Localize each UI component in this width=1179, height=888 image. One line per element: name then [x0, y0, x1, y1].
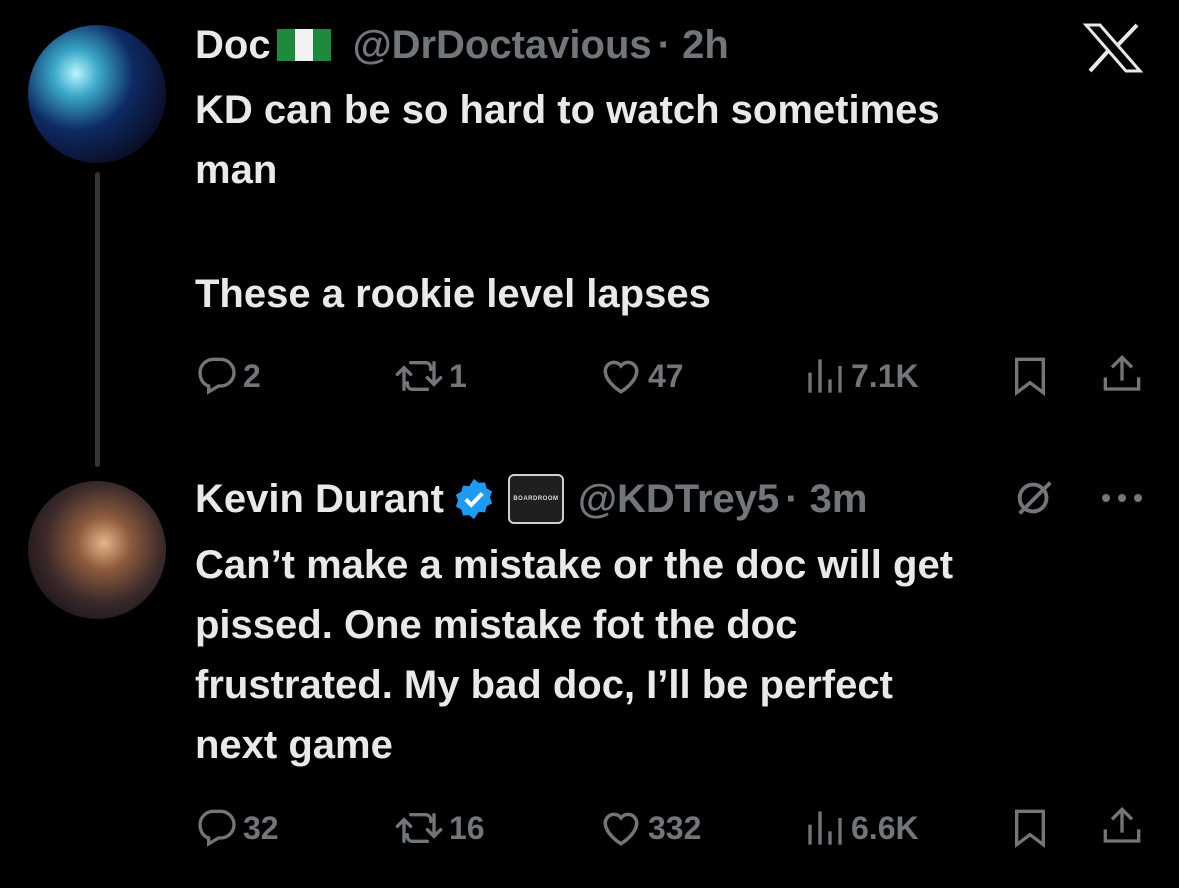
tweet-body-2: Can’t make a mistake or the doc will get…	[195, 535, 1165, 775]
retweet-button[interactable]: 16	[395, 808, 485, 848]
more-icon[interactable]	[1098, 488, 1148, 513]
tweet-line: pissed. One mistake fot the doc	[195, 603, 798, 647]
views-icon	[808, 359, 842, 393]
reply-icon	[198, 357, 236, 395]
author-handle[interactable]: @KDTrey5	[578, 477, 779, 522]
bookmark-button[interactable]	[1013, 356, 1047, 396]
tweet-time[interactable]: · 3m	[785, 477, 867, 522]
views-count: 7.1K	[851, 357, 919, 394]
views-button[interactable]: 7.1K	[805, 356, 919, 396]
retweet-icon	[395, 361, 443, 391]
retweet-icon	[395, 813, 443, 843]
heart-icon	[603, 360, 639, 394]
tweet-line: KD can be so hard to watch sometimes	[195, 88, 940, 132]
thread-connector	[95, 172, 100, 467]
tweet-line: Can’t make a mistake or the doc will get	[195, 543, 954, 587]
tweet-header-1: Doc @DrDoctavious · 2h	[195, 20, 729, 70]
share-button[interactable]	[1102, 352, 1142, 396]
reply-button[interactable]: 32	[197, 808, 279, 848]
affiliate-badge[interactable]: BOARDROOM	[507, 474, 564, 524]
retweet-button[interactable]: 1	[395, 356, 467, 396]
heart-icon	[603, 812, 639, 846]
tweet-line: These a rookie level lapses	[195, 272, 711, 316]
x-logo-icon[interactable]	[1082, 22, 1144, 79]
retweet-count: 1	[449, 357, 467, 394]
reply-button[interactable]: 2	[197, 356, 261, 396]
grok-icon[interactable]	[1012, 474, 1058, 527]
like-count: 332	[648, 809, 702, 846]
bookmark-icon	[1015, 357, 1045, 396]
like-count: 47	[648, 357, 684, 394]
tweet-time[interactable]: · 2h	[658, 23, 729, 68]
verified-badge-icon	[455, 478, 493, 520]
reply-count: 2	[243, 357, 261, 394]
avatar-doc[interactable]	[28, 25, 166, 163]
author-handle[interactable]: @DrDoctavious	[353, 23, 652, 68]
bookmark-button[interactable]	[1013, 808, 1047, 848]
bookmark-icon	[1015, 809, 1045, 848]
author-name[interactable]: Kevin Durant	[195, 477, 444, 522]
views-button[interactable]: 6.6K	[805, 808, 919, 848]
tweet-line: man	[195, 148, 278, 192]
reply-icon	[198, 809, 236, 847]
nigeria-flag-icon	[276, 29, 331, 61]
tweet-header-2: Kevin Durant BOARDROOM @KDTrey5 · 3m	[195, 474, 868, 524]
share-button[interactable]	[1102, 804, 1142, 848]
tweet-line: next game	[195, 723, 393, 767]
tweet-body-1: KD can be so hard to watch sometimes man…	[195, 80, 1155, 324]
author-name[interactable]: Doc	[195, 23, 271, 68]
tweet-line: frustrated. My bad doc, I’ll be perfect	[195, 663, 893, 707]
retweet-count: 16	[449, 809, 485, 846]
views-count: 6.6K	[851, 809, 919, 846]
like-button[interactable]: 47	[600, 356, 684, 396]
like-button[interactable]: 332	[600, 808, 701, 848]
avatar-kevin-durant[interactable]	[28, 481, 166, 619]
share-icon	[1103, 806, 1141, 843]
views-icon	[808, 811, 842, 845]
share-icon	[1103, 354, 1141, 391]
reply-count: 32	[243, 809, 279, 846]
